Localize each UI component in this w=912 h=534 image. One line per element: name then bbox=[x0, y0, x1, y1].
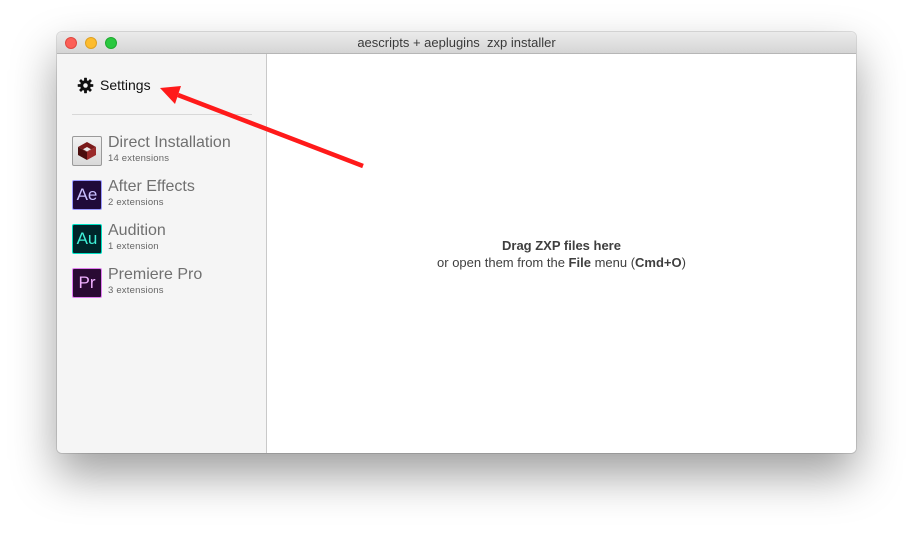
drop-zone[interactable]: Drag ZXP files here or open them from th… bbox=[267, 54, 856, 453]
settings-label: Settings bbox=[100, 77, 151, 93]
drop-subtitle-middle: menu ( bbox=[590, 255, 636, 270]
sidebar-item-label: Premiere Pro bbox=[108, 266, 203, 283]
sidebar-item-label: Audition bbox=[108, 222, 166, 239]
sidebar-item-label: Direct Installation bbox=[108, 134, 231, 151]
premiere-pro-icon: Pr bbox=[72, 268, 102, 298]
after-effects-icon: Ae bbox=[72, 180, 102, 210]
app-list: Direct Installation 14 extensions Ae Aft… bbox=[72, 134, 262, 312]
drop-title: Drag ZXP files here bbox=[502, 238, 621, 253]
title-bar[interactable]: aescripts + aeplugins zxp installer bbox=[57, 32, 856, 54]
sidebar-item-label: After Effects bbox=[108, 178, 195, 195]
gear-icon bbox=[77, 77, 94, 94]
extension-count: 1 extension bbox=[108, 241, 159, 252]
settings-button[interactable]: Settings bbox=[77, 75, 151, 95]
extension-count: 14 extensions bbox=[108, 153, 170, 164]
drop-instructions: Drag ZXP files here or open them from th… bbox=[267, 237, 856, 271]
sidebar-item-premiere-pro[interactable]: Pr Premiere Pro 3 extensions bbox=[72, 266, 262, 312]
window-title: aescripts + aeplugins zxp installer bbox=[357, 35, 556, 50]
audition-icon: Au bbox=[72, 224, 102, 254]
extension-count: 2 extensions bbox=[108, 197, 164, 208]
sidebar-divider bbox=[72, 114, 252, 115]
sidebar-item-after-effects[interactable]: Ae After Effects 2 extensions bbox=[72, 178, 262, 224]
keyboard-shortcut: Cmd+O bbox=[635, 255, 682, 270]
drop-subtitle: or open them from the File menu (Cmd+O) bbox=[267, 254, 856, 271]
file-menu-reference: File bbox=[568, 255, 591, 270]
direct-installation-icon bbox=[72, 136, 102, 166]
drop-subtitle-suffix: ) bbox=[681, 255, 686, 270]
extension-count: 3 extensions bbox=[108, 285, 164, 296]
installer-window: aescripts + aeplugins zxp installer Sett… bbox=[57, 32, 856, 453]
sidebar-item-direct-installation[interactable]: Direct Installation 14 extensions bbox=[72, 134, 262, 180]
sidebar-item-audition[interactable]: Au Audition 1 extension bbox=[72, 222, 262, 268]
drop-subtitle-prefix: or open them from the bbox=[437, 255, 569, 270]
sidebar: Settings Direct Installation 14 extensio… bbox=[57, 54, 267, 453]
